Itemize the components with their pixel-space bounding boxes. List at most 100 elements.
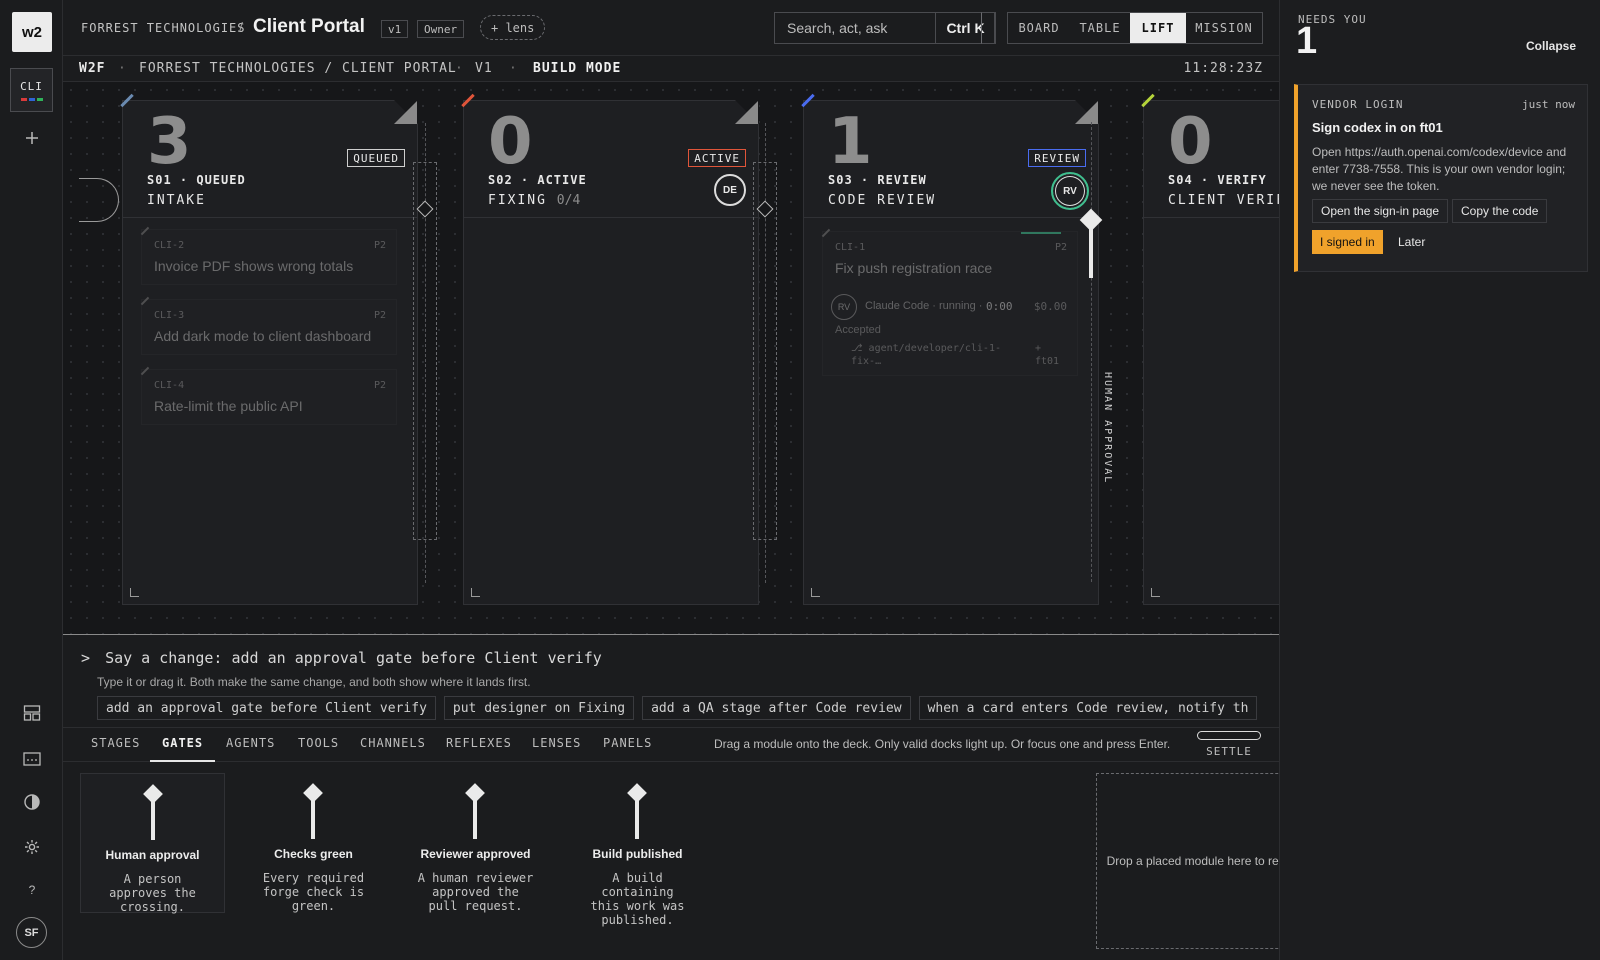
stage-code: S02 · ACTIVE	[488, 173, 587, 187]
agent-role-avatar[interactable]: RV	[1051, 172, 1089, 210]
prompt-glyph: >	[81, 649, 91, 667]
module-palette: Human approval A person approves the cro…	[63, 762, 1328, 960]
module-desc: A build containing this work was publish…	[590, 871, 685, 927]
stage-count: 0	[1168, 105, 1213, 179]
help-icon[interactable]: ?	[18, 876, 46, 904]
card-id: CLI-2	[154, 240, 185, 251]
copy-code-button[interactable]: Copy the code	[1452, 199, 1548, 223]
dock-slot[interactable]	[753, 123, 777, 583]
stage-accent	[801, 93, 815, 108]
module-reviewer-approved[interactable]: Reviewer approved A human reviewer appro…	[403, 773, 548, 913]
dock-slot[interactable]	[413, 123, 437, 583]
module-tabs: STAGES GATES AGENTS TOOLS CHANNELS REFLE…	[63, 728, 1279, 762]
signed-in-button[interactable]: I signed in	[1312, 230, 1383, 254]
mode-indicator: BUILD MODE	[533, 61, 622, 76]
tab-channels[interactable]: CHANNELS	[360, 736, 426, 762]
suggestion-chips: add an approval gate before Client verif…	[97, 696, 1263, 720]
list-item[interactable]: CLI-4 P2 Rate-limit the public API	[140, 366, 397, 425]
suggestion-chip[interactable]: add a QA stage after Code review	[642, 696, 911, 720]
project-color-bars	[20, 97, 43, 101]
board-scroll-handle[interactable]	[79, 178, 119, 222]
utc-clock: 11:28:23Z	[1183, 61, 1263, 76]
stage-fixing[interactable]: 0 S02 · ACTIVE FIXING 0/4 ACTIVE DE	[461, 93, 759, 605]
view-board[interactable]: BOARD	[1008, 13, 1070, 43]
dock-line	[765, 123, 766, 583]
suggestion-chip[interactable]: when a card enters Code review, notify t…	[918, 696, 1258, 720]
card-icon[interactable]	[18, 745, 46, 773]
add-lens-button[interactable]: + lens	[480, 15, 546, 40]
gate-knob-icon	[627, 783, 647, 803]
stage-client-verify[interactable]: 0 S04 · VERIFY CLIENT VERIFY	[1141, 93, 1279, 605]
module-human-approval[interactable]: Human approval A person approves the cro…	[80, 773, 225, 914]
tab-agents[interactable]: AGENTS	[226, 736, 275, 762]
plus-icon[interactable]	[18, 124, 46, 152]
card-branch: ⎇ agent/developer/cli-1-fix-…	[851, 343, 1001, 367]
module-checks-green[interactable]: Checks green Every required forge check …	[241, 773, 386, 913]
vendor-login-notice: VENDOR LOGIN just now Sign codex in on f…	[1294, 84, 1588, 272]
list-item[interactable]: CLI-3 P2 Add dark mode to client dashboa…	[140, 296, 397, 355]
app-logo[interactable]: w2	[12, 12, 52, 52]
later-button[interactable]: Later	[1390, 230, 1433, 254]
agent-status: Claude Code · running ·	[865, 300, 983, 312]
card-title: Invoice PDF shows wrong totals	[154, 258, 354, 274]
suggestion-chip[interactable]: add an approval gate before Client verif…	[97, 696, 436, 720]
tab-panels[interactable]: PANELS	[603, 736, 652, 762]
card-accent	[140, 296, 150, 306]
card-priority: P2	[373, 380, 386, 391]
stage-accent	[1141, 93, 1155, 108]
separator-dot: ·	[509, 61, 518, 76]
list-item[interactable]: CLI-2 P2 Invoice PDF shows wrong totals	[140, 226, 397, 285]
view-lift[interactable]: LIFT	[1130, 13, 1186, 43]
card-host: + ft01	[1035, 343, 1060, 367]
gear-icon[interactable]	[18, 833, 46, 861]
command-area: > Say a change: add an approval gate bef…	[63, 634, 1279, 728]
dock-diamond	[416, 200, 434, 218]
brand-code: W2F	[79, 61, 106, 76]
collapse-button[interactable]: Collapse	[1526, 39, 1576, 53]
view-table[interactable]: TABLE	[1070, 13, 1130, 43]
module-build-published[interactable]: Build published A build containing this …	[565, 773, 710, 927]
context-path[interactable]: FORREST TECHNOLOGIES / CLIENT PORTAL	[139, 61, 457, 76]
agent-role-avatar[interactable]: DE	[714, 174, 746, 206]
gate-knob-icon	[143, 784, 163, 804]
command-search[interactable]: Search, act, ask Ctrl K	[774, 12, 996, 44]
stage-board: 3 S01 · QUEUED INTAKE QUEUED CLI-2 P2 In…	[63, 82, 1279, 634]
contrast-icon[interactable]	[18, 788, 46, 816]
project-code: CLI	[20, 79, 43, 93]
module-desc: Every required forge check is green.	[262, 871, 365, 913]
module-title: Reviewer approved	[420, 847, 531, 861]
view-mission[interactable]: MISSION	[1186, 13, 1262, 43]
agent-cost: $0.00	[1033, 300, 1067, 313]
open-signin-button[interactable]: Open the sign-in page	[1312, 199, 1449, 223]
settle-label: SETTLE	[1206, 745, 1252, 758]
card-accent	[821, 228, 831, 238]
stage-code-review[interactable]: 1 S03 · REVIEW CODE REVIEW REVIEW RV CLI…	[801, 93, 1099, 605]
stage-intake[interactable]: 3 S01 · QUEUED INTAKE QUEUED CLI-2 P2 In…	[120, 93, 418, 605]
breadcrumb-org[interactable]: FORREST TECHNOLOGIES	[81, 21, 246, 35]
grid-icon[interactable]	[18, 699, 46, 727]
status-badge: ACTIVE	[688, 149, 746, 167]
module-title: Checks green	[274, 847, 353, 861]
list-item[interactable]: CLI-1 P2 Fix push registration race RV C…	[821, 228, 1078, 376]
project-switcher-cli[interactable]: CLI	[10, 68, 53, 112]
needs-you-panel: NEEDS YOU 1 Collapse VENDOR LOGIN just n…	[1279, 0, 1600, 960]
stage-code: S04 · VERIFY	[1168, 173, 1267, 187]
tab-gates[interactable]: GATES	[150, 736, 216, 762]
stage-accent	[120, 93, 134, 108]
tab-stages[interactable]: STAGES	[91, 736, 140, 762]
user-avatar[interactable]: SF	[16, 917, 47, 948]
left-rail: w2 CLI ? SF	[0, 0, 63, 960]
notice-body: Open https://auth.openai.com/codex/devic…	[1312, 145, 1567, 193]
stage-fold	[735, 101, 758, 124]
tab-lenses[interactable]: LENSES	[532, 736, 581, 762]
command-input[interactable]: > Say a change: add an approval gate bef…	[81, 649, 602, 667]
card-id: CLI-4	[154, 380, 185, 391]
card-priority: P2	[1054, 242, 1067, 253]
suggestion-chip[interactable]: put designer on Fixing	[443, 696, 635, 720]
stage-divider	[804, 217, 1098, 218]
settle-toggle[interactable]: SETTLE	[1197, 731, 1261, 759]
tab-reflexes[interactable]: REFLEXES	[446, 736, 512, 762]
tab-tools[interactable]: TOOLS	[298, 736, 339, 762]
agent-elapsed: 0:00	[986, 300, 1013, 313]
search-input[interactable]: Search, act, ask	[775, 20, 935, 36]
